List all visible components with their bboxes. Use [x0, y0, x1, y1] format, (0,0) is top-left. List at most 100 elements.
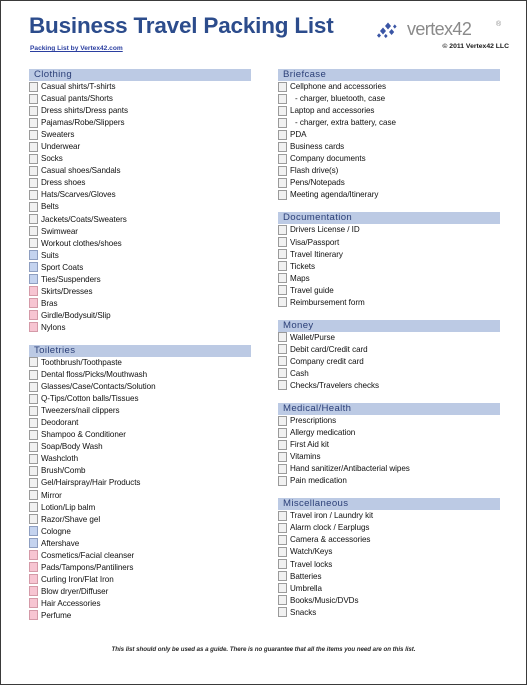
checklist-row[interactable]: Travel iron / Laundry kit	[278, 510, 500, 522]
checkbox[interactable]	[29, 141, 38, 152]
checkbox[interactable]	[29, 177, 38, 188]
checklist-row[interactable]: Cologne	[29, 526, 251, 538]
checkbox[interactable]	[278, 297, 287, 308]
checkbox[interactable]	[278, 607, 287, 618]
checkbox[interactable]	[278, 451, 287, 462]
checklist-row[interactable]: Cosmetics/Facial cleanser	[29, 550, 251, 562]
checkbox[interactable]	[29, 262, 38, 273]
checkbox[interactable]	[29, 586, 38, 597]
checklist-row[interactable]: Debit card/Credit card	[278, 344, 500, 356]
checkbox[interactable]	[278, 475, 287, 486]
checkbox[interactable]	[29, 598, 38, 609]
checklist-row[interactable]: Books/Music/DVDs	[278, 595, 500, 607]
checkbox[interactable]	[29, 201, 38, 212]
checklist-row[interactable]: Girdle/Bodysuit/Slip	[29, 310, 251, 322]
checklist-row[interactable]: Travel guide	[278, 285, 500, 297]
checklist-row[interactable]: Company documents	[278, 153, 500, 165]
checkbox[interactable]	[29, 310, 38, 321]
checklist-row[interactable]: Soap/Body Wash	[29, 441, 251, 453]
checklist-row[interactable]: Checks/Travelers checks	[278, 380, 500, 392]
checklist-row[interactable]: Socks	[29, 153, 251, 165]
checklist-row[interactable]: Alarm clock / Earplugs	[278, 522, 500, 534]
checklist-row[interactable]: Razor/Shave gel	[29, 514, 251, 526]
checklist-row[interactable]: Skirts/Dresses	[29, 286, 251, 298]
checklist-row[interactable]: Sweaters	[29, 129, 251, 141]
checklist-row[interactable]: Casual shoes/Sandals	[29, 165, 251, 177]
checklist-row[interactable]: PDA	[278, 129, 500, 141]
checkbox[interactable]	[29, 153, 38, 164]
checkbox[interactable]	[29, 477, 38, 488]
checklist-row[interactable]: Company credit card	[278, 356, 500, 368]
checkbox[interactable]	[29, 105, 38, 116]
checkbox[interactable]	[278, 224, 287, 235]
checkbox[interactable]	[278, 583, 287, 594]
checkbox[interactable]	[278, 249, 287, 260]
checkbox[interactable]	[29, 117, 38, 128]
checklist-row[interactable]: Jackets/Coats/Sweaters	[29, 214, 251, 226]
checkbox[interactable]	[278, 463, 287, 474]
checkbox[interactable]	[29, 526, 38, 537]
checkbox[interactable]	[278, 534, 287, 545]
checklist-row[interactable]: Wallet/Purse	[278, 332, 500, 344]
checkbox[interactable]	[29, 538, 38, 549]
checklist-row[interactable]: Swimwear	[29, 226, 251, 238]
checkbox[interactable]	[29, 381, 38, 392]
checklist-row[interactable]: Ties/Suspenders	[29, 274, 251, 286]
checklist-row[interactable]: First Aid kit	[278, 439, 500, 451]
checklist-row[interactable]: Nylons	[29, 322, 251, 334]
checkbox[interactable]	[278, 177, 287, 188]
checklist-row[interactable]: Glasses/Case/Contacts/Solution	[29, 381, 251, 393]
checkbox[interactable]	[278, 165, 287, 176]
checklist-row[interactable]: Pads/Tampons/Pantiliners	[29, 562, 251, 574]
checkbox[interactable]	[29, 453, 38, 464]
checklist-row[interactable]: Dental floss/Picks/Mouthwash	[29, 369, 251, 381]
checklist-row[interactable]: Sport Coats	[29, 262, 251, 274]
checkbox[interactable]	[278, 415, 287, 426]
checkbox[interactable]	[278, 141, 287, 152]
checkbox[interactable]	[29, 393, 38, 404]
checklist-row[interactable]: Reimbursement form	[278, 297, 500, 309]
checklist-row[interactable]: Visa/Passport	[278, 237, 500, 249]
checklist-row[interactable]: Dress shoes	[29, 177, 251, 189]
checklist-row[interactable]: Underwear	[29, 141, 251, 153]
checkbox[interactable]	[29, 429, 38, 440]
checkbox[interactable]	[29, 441, 38, 452]
checklist-row[interactable]: Vitamins	[278, 451, 500, 463]
checkbox[interactable]	[278, 356, 287, 367]
checklist-row[interactable]: Prescriptions	[278, 415, 500, 427]
checkbox[interactable]	[29, 465, 38, 476]
checkbox[interactable]	[29, 286, 38, 297]
checkbox[interactable]	[29, 417, 38, 428]
checkbox[interactable]	[29, 214, 38, 225]
checkbox[interactable]	[29, 189, 38, 200]
checklist-row[interactable]: Shampoo & Conditioner	[29, 429, 251, 441]
checkbox[interactable]	[278, 344, 287, 355]
source-link[interactable]: Packing List by Vertex42.com	[30, 45, 123, 52]
checkbox[interactable]	[29, 274, 38, 285]
checklist-row[interactable]: Deodorant	[29, 417, 251, 429]
checkbox[interactable]	[29, 322, 38, 333]
checklist-row[interactable]: Casual pants/Shorts	[29, 93, 251, 105]
checkbox[interactable]	[278, 261, 287, 272]
checkbox[interactable]	[29, 238, 38, 249]
checklist-row[interactable]: Workout clothes/shoes	[29, 238, 251, 250]
checkbox[interactable]	[278, 273, 287, 284]
checklist-row[interactable]: Gel/Hairspray/Hair Products	[29, 477, 251, 489]
checkbox[interactable]	[278, 81, 287, 92]
checklist-row[interactable]: Pens/Notepads	[278, 177, 500, 189]
checklist-row[interactable]: Allergy medication	[278, 427, 500, 439]
checkbox[interactable]	[29, 405, 38, 416]
checklist-row[interactable]: Batteries	[278, 571, 500, 583]
checkbox[interactable]	[278, 595, 287, 606]
checklist-row[interactable]: Business cards	[278, 141, 500, 153]
checklist-row[interactable]: Camera & accessories	[278, 534, 500, 546]
checklist-row[interactable]: Bras	[29, 298, 251, 310]
checkbox[interactable]	[278, 93, 287, 104]
checklist-row[interactable]: Travel locks	[278, 559, 500, 571]
checklist-row[interactable]: Brush/Comb	[29, 465, 251, 477]
checkbox[interactable]	[29, 550, 38, 561]
checkbox[interactable]	[29, 93, 38, 104]
checkbox[interactable]	[29, 514, 38, 525]
checklist-row[interactable]: Cash	[278, 368, 500, 380]
checkbox[interactable]	[29, 226, 38, 237]
